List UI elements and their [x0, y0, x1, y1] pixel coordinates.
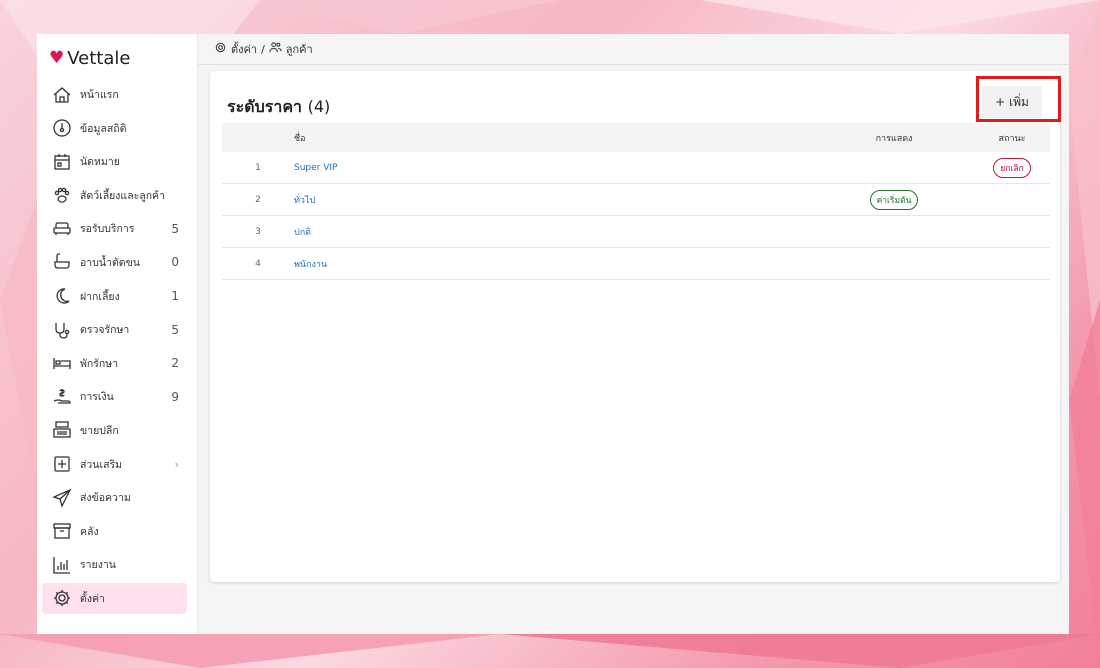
sidebar: ♥ Vettale หน้าแรก ข้อมูลสถิติ นัดหมาย สั… [37, 34, 198, 634]
bed-icon [52, 353, 72, 373]
sidebar-item-label: การเงิน [80, 391, 114, 404]
table-row[interactable]: 2 ทั่วไป ค่าเริ่มต้น [222, 184, 1050, 216]
sidebar-item-boarding[interactable]: ฝากเลี้ยง 1 [42, 281, 187, 312]
page-title: ระดับราคา (4) [227, 95, 330, 120]
sidebar-item-grooming[interactable]: อาบน้ำตัดขน 0 [42, 247, 187, 278]
calendar-icon [52, 152, 72, 172]
sidebar-item-home[interactable]: หน้าแรก [42, 79, 187, 110]
sidebar-item-retail[interactable]: ขายปลีก [42, 415, 187, 446]
price-level-card: ระดับราคา (4) + เพิ่ม ชื่อ การแสดง สถานะ… [210, 71, 1061, 582]
sidebar-item-addons[interactable]: ส่วนเสริม › [42, 449, 187, 480]
gear-icon [214, 41, 227, 57]
status-badge: ยกเลิก [993, 157, 1031, 178]
gear-icon [52, 588, 72, 608]
brand-name: Vettale [67, 48, 131, 69]
paper-plane-icon [52, 488, 72, 508]
table-row[interactable]: 3 ปกติ [222, 216, 1050, 248]
logo[interactable]: ♥ Vettale [49, 48, 130, 69]
table-header: ชื่อ การแสดง สถานะ [222, 123, 1050, 152]
sidebar-item-label: ขายปลีก [80, 424, 119, 437]
row-display: ค่าเริ่มต้น [814, 189, 974, 210]
row-name-link[interactable]: ปกติ [294, 225, 814, 239]
row-name-link[interactable]: พนักงาน [294, 257, 814, 271]
sidebar-item-statistics[interactable]: ข้อมูลสถิติ [42, 113, 187, 144]
sidebar-item-pets-customers[interactable]: สัตว์เลี้ยงและลูกค้า [42, 180, 187, 211]
sidebar-item-label: พักรักษา [80, 357, 119, 370]
paw-icon [52, 185, 72, 205]
sidebar-item-inventory[interactable]: คลัง [42, 516, 187, 547]
gauge-icon [52, 118, 72, 138]
moon-icon [52, 286, 72, 306]
row-number: 4 [255, 258, 261, 269]
breadcrumb: ตั้งค่า / ลูกค้า [214, 40, 313, 58]
sidebar-item-label: ตรวจรักษา [80, 324, 130, 337]
sidebar-item-label: รอรับบริการ [80, 223, 135, 236]
sidebar-item-settings[interactable]: ตั้งค่า [42, 582, 187, 614]
divider [198, 64, 1069, 65]
row-number: 3 [255, 226, 261, 237]
money-hand-icon [52, 387, 72, 407]
customers-icon [269, 41, 282, 57]
sidebar-item-label: รายงาน [80, 559, 116, 572]
sidebar-item-appointments[interactable]: นัดหมาย [42, 146, 187, 177]
sidebar-item-label: ส่วนเสริม [80, 458, 123, 471]
sidebar-nav: หน้าแรก ข้อมูลสถิติ นัดหมาย สัตว์เลี้ยงแ… [42, 79, 187, 617]
sidebar-item-count: 1 [171, 289, 179, 304]
breadcrumb-settings[interactable]: ตั้งค่า [231, 40, 257, 58]
header-status: สถานะ [998, 133, 1026, 144]
stethoscope-icon [52, 320, 72, 340]
title-count: (4) [307, 97, 331, 116]
sidebar-item-finance[interactable]: การเงิน 9 [42, 381, 187, 412]
price-level-table: ชื่อ การแสดง สถานะ 1 Super VIP ยกเลิก 2 … [222, 123, 1050, 280]
table-row[interactable]: 4 พนักงาน [222, 248, 1050, 280]
row-number: 1 [255, 162, 261, 173]
sidebar-item-label: ข้อมูลสถิติ [80, 122, 127, 135]
plus-box-icon [52, 454, 72, 474]
sidebar-item-reports[interactable]: รายงาน [42, 549, 187, 580]
bar-chart-icon [52, 555, 72, 575]
sidebar-item-count: 0 [171, 255, 179, 270]
title-text: ระดับราคา [227, 97, 302, 116]
row-name-link[interactable]: Super VIP [294, 163, 814, 173]
default-badge: ค่าเริ่มต้น [869, 189, 919, 210]
archive-icon [52, 521, 72, 541]
chevron-right-icon: › [174, 457, 179, 471]
row-number: 2 [255, 194, 261, 205]
main-area: ตั้งค่า / ลูกค้า ระดับราคา (4) + เพิ่ม ช… [198, 34, 1069, 634]
app-window: ♥ Vettale หน้าแรก ข้อมูลสถิติ นัดหมาย สั… [37, 34, 1069, 634]
sidebar-item-label: นัดหมาย [80, 156, 120, 169]
sidebar-item-label: ตั้งค่า [80, 592, 105, 605]
sidebar-item-label: ส่งข้อความ [80, 492, 131, 505]
header-display: การแสดง [875, 133, 913, 144]
sidebar-item-label: อาบน้ำตัดขน [80, 256, 140, 269]
sidebar-item-hospitalization[interactable]: พักรักษา 2 [42, 348, 187, 379]
bathtub-icon [52, 252, 72, 272]
sidebar-item-label: ฝากเลี้ยง [80, 290, 120, 303]
sidebar-item-waiting[interactable]: รอรับบริการ 5 [42, 213, 187, 244]
breadcrumb-customers[interactable]: ลูกค้า [286, 40, 313, 58]
sidebar-item-label: หน้าแรก [80, 89, 119, 101]
sidebar-item-count: 2 [171, 356, 179, 371]
highlight-box [976, 76, 1061, 122]
sidebar-item-count: 9 [171, 389, 179, 404]
sofa-icon [52, 219, 72, 239]
table-row[interactable]: 1 Super VIP ยกเลิก [222, 152, 1050, 184]
sidebar-item-messages[interactable]: ส่งข้อความ [42, 482, 187, 513]
cash-register-icon [52, 420, 72, 440]
row-name-link[interactable]: ทั่วไป [294, 193, 814, 207]
header-name: ชื่อ [294, 133, 306, 144]
home-icon [52, 85, 72, 105]
breadcrumb-separator: / [261, 42, 265, 56]
row-status: ยกเลิก [974, 157, 1050, 178]
sidebar-item-count: 5 [171, 322, 179, 337]
sidebar-item-examination[interactable]: ตรวจรักษา 5 [42, 314, 187, 345]
sidebar-item-count: 5 [171, 221, 179, 236]
sidebar-item-label: คลัง [80, 525, 99, 538]
heart-icon: ♥ [49, 48, 65, 68]
sidebar-item-label: สัตว์เลี้ยงและลูกค้า [80, 189, 165, 202]
